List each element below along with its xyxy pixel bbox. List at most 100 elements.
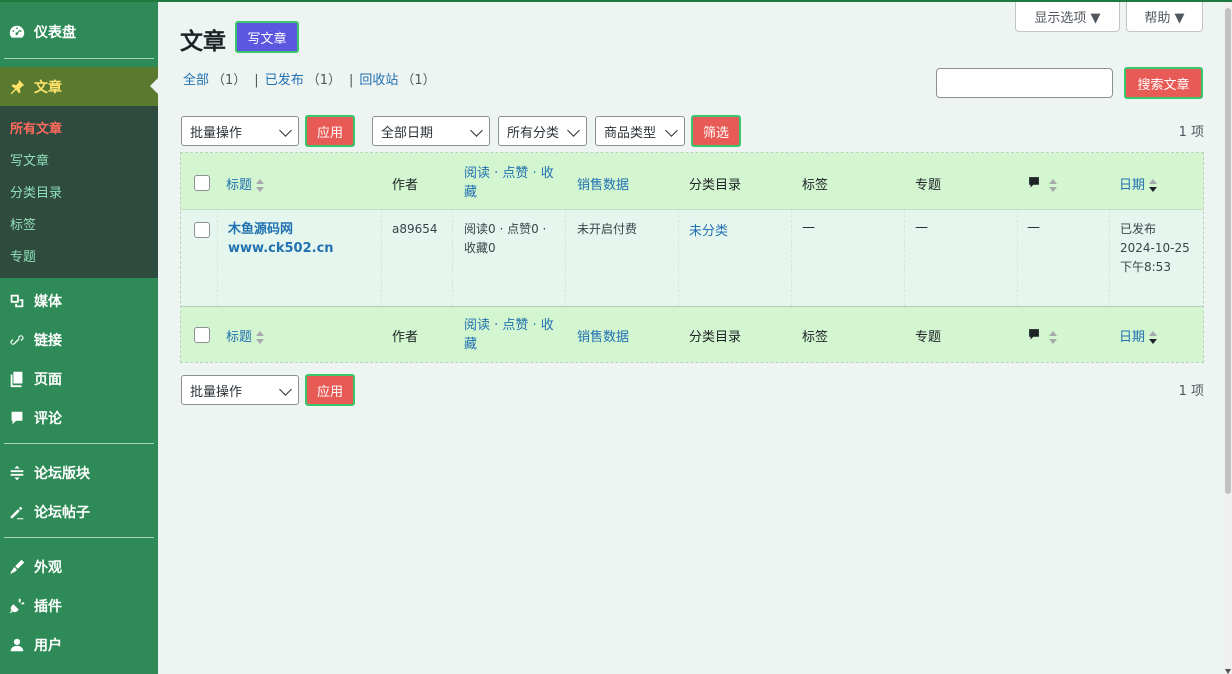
product-type-value: 商品类型 xyxy=(604,125,657,141)
menu-posts[interactable]: 文章 xyxy=(0,67,158,106)
status-published-count: （1） xyxy=(306,73,341,88)
scrollbar-thumb[interactable] xyxy=(1225,8,1231,494)
row-checkbox[interactable] xyxy=(194,222,210,238)
menu-plugins-label: 插件 xyxy=(34,598,62,615)
column-comments-header[interactable] xyxy=(1027,175,1057,193)
category-filter-select[interactable]: 所有分类 xyxy=(498,116,587,146)
post-date-day: 2024-10-25 xyxy=(1120,241,1190,255)
post-stats: 阅读0 · 点赞0 · 收藏0 xyxy=(464,222,547,255)
post-search-input[interactable] xyxy=(936,68,1113,98)
post-comments: — xyxy=(1027,220,1040,235)
column-categories-footer: 分类目录 xyxy=(689,330,742,345)
post-date-status: 已发布 xyxy=(1120,222,1157,236)
menu-media[interactable]: 媒体 xyxy=(0,281,158,320)
column-author-header: 作者 xyxy=(392,178,419,193)
menu-dashboard[interactable]: 仪表盘 xyxy=(0,12,158,51)
forum-posts-icon xyxy=(0,503,34,521)
media-icon xyxy=(0,292,34,310)
menu-comments[interactable]: 评论 xyxy=(0,398,158,437)
scroll-down-arrow-icon[interactable] xyxy=(1225,669,1231,674)
apply-button-bottom[interactable]: 应用 xyxy=(305,374,355,406)
post-title-line2: www.ck502.cn xyxy=(228,241,334,256)
menu-forum-sections[interactable]: 论坛版块 xyxy=(0,453,158,492)
table-footer: 标题 作者 阅读 · 点赞 · 收藏 销售数据 分类目录 标签 专题 日期 xyxy=(181,306,1203,362)
help-button[interactable]: 帮助 ▼ xyxy=(1126,2,1203,32)
menu-posts-label: 文章 xyxy=(34,79,62,96)
submenu-all-posts[interactable]: 所有文章 xyxy=(10,118,62,137)
comment-icon xyxy=(1029,177,1039,188)
apply-button[interactable]: 应用 xyxy=(305,115,355,147)
post-date-time: 下午8:53 xyxy=(1120,260,1171,274)
product-type-select[interactable]: 商品类型 xyxy=(595,116,685,146)
table-row: 木鱼源码网 www.ck502.cn a89654 阅读0 · 点赞0 · 收藏0… xyxy=(181,209,1203,307)
post-author-link[interactable]: a89654 xyxy=(392,220,438,239)
menu-links[interactable]: 链接 xyxy=(0,320,158,359)
bulk-actions-select[interactable]: 批量操作 xyxy=(181,116,299,146)
comment-icon xyxy=(0,409,34,427)
sort-desc-icon xyxy=(1149,330,1158,345)
dashboard-icon xyxy=(0,23,34,41)
filter-button[interactable]: 筛选 xyxy=(691,115,741,147)
sort-icon xyxy=(1049,178,1057,193)
post-title-link[interactable]: 木鱼源码网 www.ck502.cn xyxy=(228,220,334,258)
post-topics: — xyxy=(915,220,928,235)
menu-forum-sections-label: 论坛版块 xyxy=(34,465,90,482)
column-categories-header: 分类目录 xyxy=(689,178,742,193)
column-tags-footer: 标签 xyxy=(802,330,829,345)
menu-plugins[interactable]: 插件 xyxy=(0,586,158,625)
post-category-link[interactable]: 未分类 xyxy=(689,220,728,239)
column-title-label: 标题 xyxy=(226,178,253,193)
status-all-link[interactable]: 全部 xyxy=(183,73,209,88)
column-title-label: 标题 xyxy=(226,330,253,345)
column-date-label: 日期 xyxy=(1119,330,1146,345)
chevron-down-icon xyxy=(279,383,292,396)
select-all-checkbox[interactable] xyxy=(194,175,210,191)
submenu-topics[interactable]: 专题 xyxy=(10,246,36,265)
add-new-post-button[interactable]: 写文章 xyxy=(235,21,299,53)
menu-appearance[interactable]: 外观 xyxy=(0,547,158,586)
menu-appearance-label: 外观 xyxy=(34,559,62,576)
menu-separator xyxy=(4,58,154,59)
column-comments-footer[interactable] xyxy=(1027,327,1057,345)
forum-sections-icon xyxy=(0,464,34,482)
search-posts-button[interactable]: 搜索文章 xyxy=(1124,67,1203,99)
column-date-header[interactable]: 日期 xyxy=(1119,174,1158,193)
page-scrollbar[interactable] xyxy=(1224,2,1232,674)
column-author-footer: 作者 xyxy=(392,330,419,345)
menu-users-label: 用户 xyxy=(34,637,62,654)
bulk-actions-select-bottom[interactable]: 批量操作 xyxy=(181,375,299,405)
menu-media-label: 媒体 xyxy=(34,293,62,310)
select-all-checkbox-footer[interactable] xyxy=(194,327,210,343)
screen-options-button[interactable]: 显示选项 ▼ xyxy=(1015,2,1120,32)
status-trash-count: （1） xyxy=(401,73,436,88)
chevron-down-icon xyxy=(279,124,292,137)
status-filter-links: 全部 （1） | 已发布 （1） | 回收站 （1） xyxy=(183,73,436,88)
submenu-tags[interactable]: 标签 xyxy=(10,214,36,233)
date-filter-select[interactable]: 全部日期 xyxy=(372,116,490,146)
column-stats-header[interactable]: 阅读 · 点赞 · 收藏 xyxy=(464,164,559,202)
status-trash-link[interactable]: 回收站 xyxy=(359,73,398,88)
status-published-link[interactable]: 已发布 xyxy=(265,73,304,88)
menu-forum-posts[interactable]: 论坛帖子 xyxy=(0,492,158,531)
menu-users[interactable]: 用户 xyxy=(0,625,158,664)
admin-sidebar: 仪表盘 文章 所有文章 写文章 分类目录 标签 专题 媒体 链接 页面 评论 论… xyxy=(0,2,158,674)
submenu-add-post[interactable]: 写文章 xyxy=(10,150,49,169)
column-title-header[interactable]: 标题 xyxy=(226,174,265,193)
column-sales-header[interactable]: 销售数据 xyxy=(577,174,629,193)
menu-dashboard-label: 仪表盘 xyxy=(34,24,76,41)
active-indicator xyxy=(150,78,158,94)
menu-pages[interactable]: 页面 xyxy=(0,359,158,398)
sort-icon xyxy=(256,330,265,345)
submenu-categories[interactable]: 分类目录 xyxy=(10,182,62,201)
menu-separator xyxy=(4,537,154,538)
posts-table: 标题 作者 阅读 · 点赞 · 收藏 销售数据 分类目录 标签 专题 日期 木鱼… xyxy=(180,152,1204,363)
plugin-icon xyxy=(0,597,34,615)
column-sales-footer[interactable]: 销售数据 xyxy=(577,326,629,345)
column-title-footer[interactable]: 标题 xyxy=(226,326,265,345)
column-date-footer[interactable]: 日期 xyxy=(1119,326,1158,345)
page-title: 文章 xyxy=(180,29,226,55)
pin-icon xyxy=(0,78,34,96)
chevron-down-icon xyxy=(567,124,580,137)
bulk-actions-value: 批量操作 xyxy=(190,125,243,141)
column-stats-footer[interactable]: 阅读 · 点赞 · 收藏 xyxy=(464,316,559,354)
